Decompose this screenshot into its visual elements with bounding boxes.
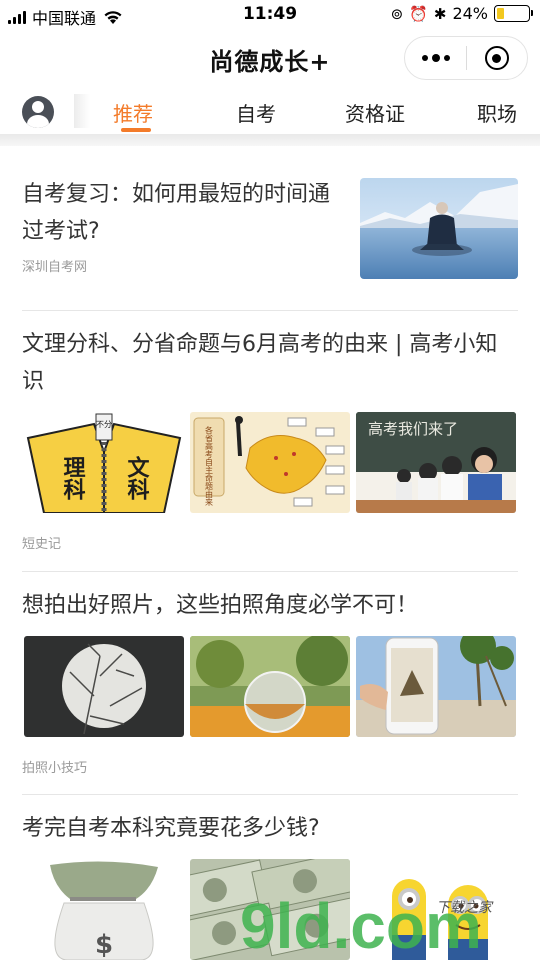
article-image[interactable]: 高考我们来了 <box>356 412 516 513</box>
tab-recommend[interactable]: 推荐 <box>113 98 153 127</box>
site-watermark: 9ld.com 下载之家 <box>240 878 530 960</box>
divider <box>22 310 518 311</box>
alarm-icon: ⏰ <box>409 4 428 23</box>
article-card[interactable]: 自考复习：如何用最短的时间通过考试? 深圳自考网 <box>22 176 518 286</box>
zipper-right-label: 文科 <box>124 455 150 500</box>
article-title[interactable]: 考完自考本科究竟要花多少钱? <box>22 810 518 847</box>
article-image[interactable]: 各省高考自主命题由来 <box>190 412 350 513</box>
active-tab-indicator <box>121 128 151 132</box>
divider <box>22 794 518 795</box>
article-card[interactable]: 想拍出好照片，这些拍照角度必学不可！ 拍照小技巧 <box>22 587 518 777</box>
watermark-script-text: 下载之家 <box>436 900 494 916</box>
article-thumbnail[interactable] <box>360 178 518 279</box>
article-image[interactable] <box>24 636 184 737</box>
tab-workplace[interactable]: 职场 <box>477 98 517 127</box>
avatar[interactable] <box>22 96 54 128</box>
article-card[interactable]: 文理分科、分省命题与6月高考的由来 | 高考小知识 不分 理科 文科 各省高考自… <box>22 326 518 556</box>
article-image[interactable] <box>356 636 516 737</box>
tab-certificate[interactable]: 资格证 <box>345 98 405 127</box>
chalkboard-text: 高考我们来了 <box>368 420 458 438</box>
battery-level <box>497 8 505 19</box>
close-miniprogram-button[interactable] <box>467 37 527 79</box>
tab-bar-shadow <box>0 134 540 146</box>
zipper-left-label: 理科 <box>60 456 86 500</box>
rotation-lock-icon: ⊚ <box>390 4 404 23</box>
zipper-small-label: 不分 <box>96 420 112 429</box>
status-bar: 中国联通 11:49 ⊚ ⏰ ✱ 24% <box>0 0 540 30</box>
battery-percent: 24% <box>452 4 488 23</box>
article-source: 拍照小技巧 <box>22 761 88 776</box>
divider <box>22 571 518 572</box>
article-source: 短史记 <box>22 537 62 552</box>
target-icon <box>484 46 509 70</box>
article-image[interactable]: 不分 理科 文科 <box>24 412 184 513</box>
battery-icon <box>494 5 533 22</box>
article-title[interactable]: 文理分科、分省命题与6月高考的由来 | 高考小知识 <box>22 326 518 400</box>
miniprogram-capsule <box>404 36 528 80</box>
bluetooth-icon: ✱ <box>433 4 447 23</box>
map-caption: 各省高考自主命题由来 <box>205 425 214 507</box>
svg-text:$: $ <box>95 930 113 960</box>
nav-bar: 尚德成长+ <box>0 30 540 88</box>
article-title[interactable]: 自考复习：如何用最短的时间通过考试? <box>22 176 332 250</box>
article-image[interactable]: $ <box>24 859 184 960</box>
tab-self-exam[interactable]: 自考 <box>236 98 276 127</box>
category-tabs: 推荐 自考 资格证 职场 <box>0 88 540 134</box>
article-source: 深圳自考网 <box>22 260 88 275</box>
tab-scroll-fade <box>74 94 90 128</box>
article-title[interactable]: 想拍出好照片，这些拍照角度必学不可！ <box>22 587 518 624</box>
article-image[interactable] <box>190 636 350 737</box>
more-menu-button[interactable] <box>405 37 466 79</box>
